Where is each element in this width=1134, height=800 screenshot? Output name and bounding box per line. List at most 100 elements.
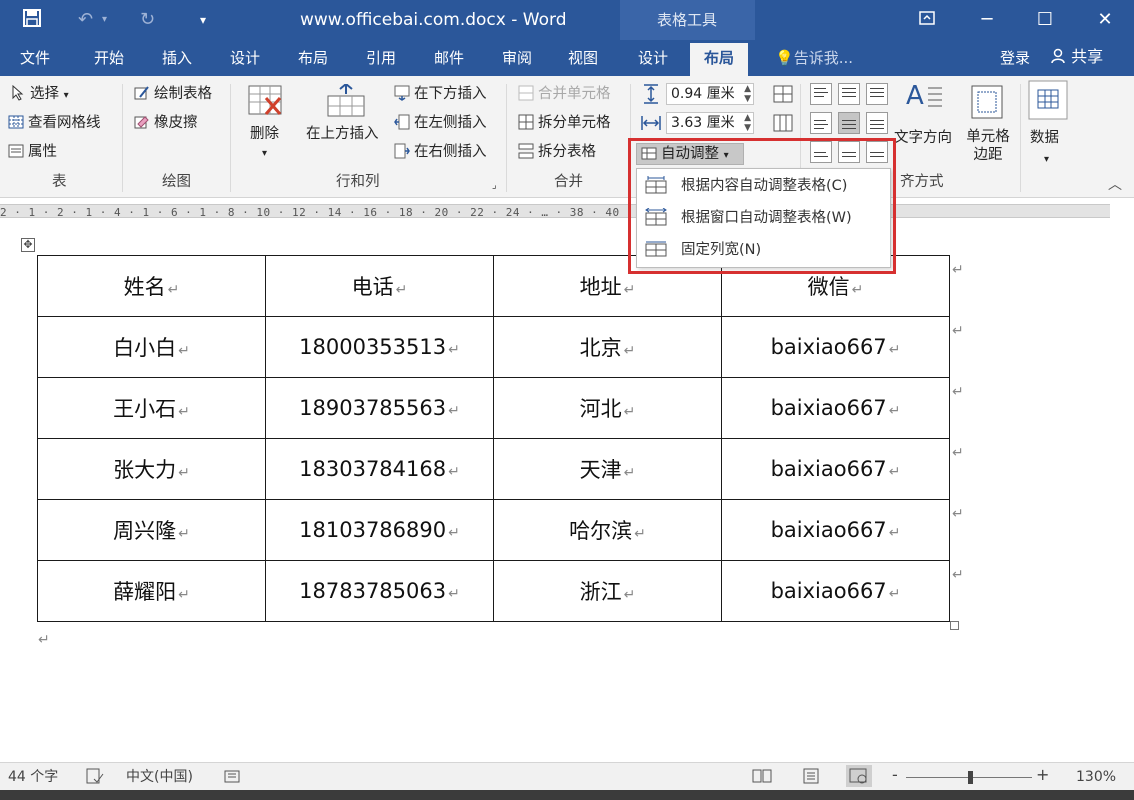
paragraph-mark: ↵ bbox=[888, 342, 901, 358]
undo-icon[interactable]: ↶ bbox=[78, 8, 93, 32]
align-center-left-button[interactable] bbox=[810, 112, 832, 134]
undo-dropdown-icon[interactable]: ▾ bbox=[102, 8, 107, 32]
table-cell[interactable]: 王小石 ↵ bbox=[37, 377, 266, 439]
table-cell[interactable]: 电话 ↵ bbox=[265, 255, 494, 317]
tab-table-layout[interactable]: 布局 bbox=[690, 43, 749, 76]
table-cell[interactable]: 18783785063 ↵ bbox=[265, 560, 494, 622]
macro-icon[interactable] bbox=[224, 768, 240, 789]
menu-item-autofit-contents[interactable]: 根据内容自动调整表格(C) bbox=[645, 175, 847, 197]
table-cell[interactable]: 18303784168 ↵ bbox=[265, 438, 494, 500]
table-cell[interactable]: 北京 ↵ bbox=[493, 316, 722, 378]
align-bottom-center-button[interactable] bbox=[838, 141, 860, 163]
ribbon-display-icon[interactable] bbox=[912, 6, 942, 34]
align-center-button[interactable] bbox=[838, 112, 860, 134]
tab-view[interactable]: 视图 bbox=[568, 48, 598, 68]
table-cell[interactable]: 18903785563 ↵ bbox=[265, 377, 494, 439]
table-cell[interactable]: 张大力 ↵ bbox=[37, 438, 266, 500]
align-top-center-button[interactable] bbox=[838, 83, 860, 105]
table-cell[interactable]: 天津 ↵ bbox=[493, 438, 722, 500]
collapse-ribbon-icon[interactable]: ︿ bbox=[1108, 174, 1122, 194]
table-cell[interactable]: baixiao667 ↵ bbox=[721, 377, 950, 439]
tab-references[interactable]: 引用 bbox=[366, 48, 396, 68]
insert-left-button[interactable]: 在左侧插入 bbox=[394, 113, 487, 133]
tab-file[interactable]: 文件 bbox=[20, 48, 50, 68]
tab-home[interactable]: 开始 bbox=[94, 48, 124, 68]
properties-button[interactable]: 属性 bbox=[8, 142, 57, 162]
distribute-columns-icon[interactable] bbox=[772, 112, 794, 138]
insert-right-button[interactable]: 在右侧插入 bbox=[394, 142, 487, 162]
text-direction-button[interactable]: A 文字方向 bbox=[894, 80, 956, 160]
tell-me-search[interactable]: 💡告诉我... bbox=[775, 48, 853, 68]
table-cell[interactable]: baixiao667 ↵ bbox=[721, 560, 950, 622]
tab-table-design[interactable]: 设计 bbox=[638, 48, 668, 68]
paragraph-mark: ↵ bbox=[634, 526, 646, 542]
language[interactable]: 中文(中国) bbox=[126, 768, 193, 786]
table-cell[interactable]: 白小白 ↵ bbox=[37, 316, 266, 378]
eraser-button[interactable]: 橡皮擦 bbox=[134, 113, 198, 133]
autofit-button[interactable]: 自动调整 ▾ bbox=[636, 143, 744, 165]
align-bottom-right-button[interactable] bbox=[866, 141, 888, 163]
login-button[interactable]: 登录 bbox=[1000, 48, 1030, 68]
align-top-right-button[interactable] bbox=[866, 83, 888, 105]
align-top-left-button[interactable] bbox=[810, 83, 832, 105]
tab-layout[interactable]: 布局 bbox=[298, 48, 328, 68]
zoom-out-button[interactable]: - bbox=[892, 766, 898, 784]
tab-insert[interactable]: 插入 bbox=[162, 48, 192, 68]
table-cell[interactable]: 姓名 ↵ bbox=[37, 255, 266, 317]
table-cell[interactable]: 浙江 ↵ bbox=[493, 560, 722, 622]
word-count[interactable]: 44 个字 bbox=[8, 768, 58, 786]
zoom-in-button[interactable]: + bbox=[1036, 766, 1049, 784]
data-button[interactable]: 数据 ▾ bbox=[1026, 80, 1070, 170]
menu-item-fixed-column-width[interactable]: 固定列宽(N) bbox=[645, 239, 761, 261]
delete-button[interactable]: 删除 ▾ bbox=[244, 84, 292, 164]
split-cells-button[interactable]: 拆分单元格 bbox=[518, 113, 611, 133]
draw-table-button[interactable]: 绘制表格 bbox=[134, 84, 212, 104]
print-layout-icon[interactable] bbox=[802, 768, 820, 789]
maximize-icon[interactable]: ☐ bbox=[1030, 6, 1060, 34]
split-table-button[interactable]: 拆分表格 bbox=[518, 142, 596, 162]
table-cell[interactable]: baixiao667 ↵ bbox=[721, 499, 950, 561]
table-cell[interactable]: baixiao667 ↵ bbox=[721, 316, 950, 378]
minimize-icon[interactable]: ─ bbox=[972, 6, 1002, 34]
tab-review[interactable]: 审阅 bbox=[502, 48, 532, 68]
distribute-rows-icon[interactable] bbox=[772, 83, 794, 109]
insert-below-button[interactable]: 在下方插入 bbox=[394, 84, 487, 104]
align-bottom-left-button[interactable] bbox=[810, 141, 832, 163]
insert-above-button[interactable]: 在上方插入 bbox=[306, 82, 386, 164]
cell-margins-button[interactable]: 单元格边距 bbox=[960, 80, 1016, 170]
row-height-input[interactable]: 0.94 厘米 ▲ ▼ bbox=[666, 83, 754, 105]
spin-arrows-icon[interactable]: ▲ ▼ bbox=[744, 84, 751, 104]
tab-mailings[interactable]: 邮件 bbox=[434, 48, 464, 68]
dialog-launcher-icon[interactable]: ⌟ bbox=[492, 176, 497, 196]
tab-design[interactable]: 设计 bbox=[230, 48, 260, 68]
table-cell[interactable]: baixiao667 ↵ bbox=[721, 438, 950, 500]
table-cell[interactable]: 18103786890 ↵ bbox=[265, 499, 494, 561]
table-cell[interactable]: 哈尔滨 ↵ bbox=[493, 499, 722, 561]
table-resize-handle[interactable] bbox=[950, 621, 959, 630]
close-icon[interactable]: ✕ bbox=[1090, 6, 1120, 34]
zoom-slider-thumb[interactable] bbox=[968, 771, 973, 784]
web-layout-icon[interactable] bbox=[846, 765, 872, 787]
column-width-input[interactable]: 3.63 厘米 ▲ ▼ bbox=[666, 112, 754, 134]
proofing-icon[interactable] bbox=[86, 768, 104, 789]
table-cell[interactable]: 周兴隆 ↵ bbox=[37, 499, 266, 561]
read-mode-icon[interactable] bbox=[752, 768, 772, 789]
spin-arrows-icon[interactable]: ▲ ▼ bbox=[744, 113, 751, 133]
redo-icon[interactable]: ↻ bbox=[140, 8, 155, 32]
paragraph-mark: ↵ bbox=[178, 404, 190, 420]
contact-table[interactable]: 姓名 ↵ 电话 ↵ 地址 ↵ 微信 ↵ 白小白 ↵ 18000353513 ↵ 北京 ↵ baixiao66… bbox=[37, 255, 950, 622]
merge-cells-button[interactable]: 合并单元格 bbox=[518, 84, 611, 104]
table-cell[interactable]: 18000353513 ↵ bbox=[265, 316, 494, 378]
menu-item-autofit-window[interactable]: 根据窗口自动调整表格(W) bbox=[645, 207, 852, 229]
save-icon[interactable] bbox=[22, 8, 42, 35]
table-move-handle-icon[interactable]: ✥ bbox=[21, 238, 35, 252]
table-cell[interactable]: 河北 ↵ bbox=[493, 377, 722, 439]
zoom-level[interactable]: 130% bbox=[1076, 768, 1116, 786]
table-cell[interactable]: 薛耀阳 ↵ bbox=[37, 560, 266, 622]
cell-text: baixiao667 bbox=[770, 396, 887, 420]
select-button[interactable]: 选择 ▾ bbox=[10, 84, 69, 106]
view-gridlines-button[interactable]: 查看网格线 bbox=[8, 113, 101, 133]
customize-icon[interactable]: ▾ bbox=[200, 8, 206, 32]
align-center-right-button[interactable] bbox=[866, 112, 888, 134]
share-button[interactable]: 共享 bbox=[1050, 44, 1103, 70]
